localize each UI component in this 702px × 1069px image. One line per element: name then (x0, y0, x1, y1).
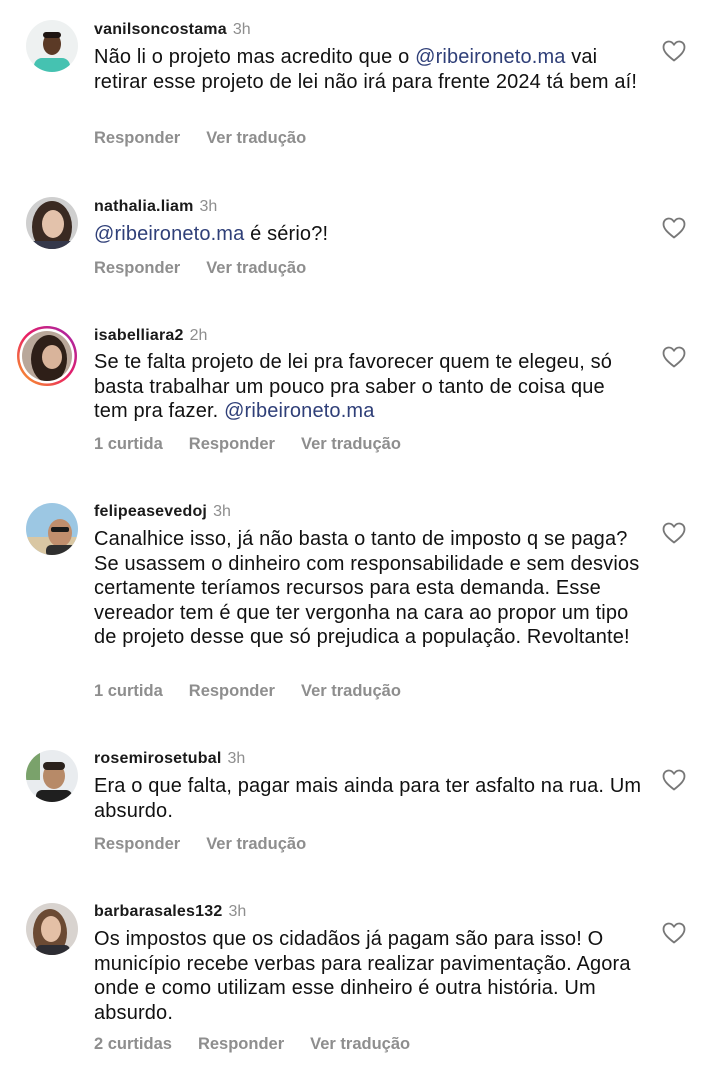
username[interactable]: rosemirosetubal (94, 750, 221, 767)
comment-header: vanilsoncostama 3h (94, 20, 251, 40)
reply-button[interactable]: Responder (189, 435, 275, 453)
likes-count[interactable]: 1 curtida (94, 682, 163, 700)
comment-body: Era o que falta, pagar mais ainda para t… (94, 775, 642, 822)
username[interactable]: felipeasevedoj (94, 503, 207, 520)
see-translation-button[interactable]: Ver tradução (301, 682, 401, 700)
timestamp: 3h (228, 903, 247, 920)
comment-actions: 2 curtidas Responder Ver tradução (94, 1034, 436, 1054)
reply-button[interactable]: Responder (198, 1035, 284, 1053)
timestamp: 3h (227, 750, 246, 767)
comment-text: Não li o projeto mas acredito que o @rib… (94, 45, 642, 94)
comment-text: Canalhice isso, já não basta o tanto de … (94, 527, 642, 650)
avatar[interactable] (16, 325, 78, 387)
timestamp: 3h (199, 198, 218, 215)
timestamp: 2h (189, 327, 208, 344)
mention-link[interactable]: @ribeironeto.ma (224, 400, 374, 422)
likes-count[interactable]: 1 curtida (94, 435, 163, 453)
reply-button[interactable]: Responder (94, 835, 180, 853)
reply-button[interactable]: Responder (189, 682, 275, 700)
heart-outline-icon[interactable] (662, 522, 686, 544)
username[interactable]: barbarasales132 (94, 903, 222, 920)
comment-actions: Responder Ver tradução (94, 258, 332, 278)
comment-text: @ribeironeto.ma é sério?! (94, 222, 642, 247)
comment-body: Não li o projeto mas acredito que o (94, 46, 416, 68)
comment-header: isabelliara2 2h (94, 326, 207, 346)
comment-header: barbarasales132 3h (94, 902, 246, 922)
comment-header: rosemirosetubal 3h (94, 749, 245, 769)
heart-outline-icon[interactable] (662, 769, 686, 791)
likes-count[interactable]: 2 curtidas (94, 1035, 172, 1053)
username[interactable]: nathalia.liam (94, 198, 194, 215)
timestamp: 3h (232, 21, 251, 38)
avatar[interactable] (26, 750, 78, 802)
avatar[interactable] (26, 503, 78, 555)
comment-body: Canalhice isso, já não basta o tanto de … (94, 528, 640, 648)
comment-header: nathalia.liam 3h (94, 197, 217, 217)
see-translation-button[interactable]: Ver tradução (206, 835, 306, 853)
comment-actions: Responder Ver tradução (94, 834, 332, 854)
heart-outline-icon[interactable] (662, 40, 686, 62)
avatar[interactable] (26, 20, 78, 72)
comment-actions: 1 curtida Responder Ver tradução (94, 681, 427, 701)
username[interactable]: isabelliara2 (94, 327, 184, 344)
comment-body: é sério?! (244, 223, 329, 245)
avatar[interactable] (26, 197, 78, 249)
heart-outline-icon[interactable] (662, 346, 686, 368)
comment-text: Os impostos que os cidadãos já pagam são… (94, 927, 642, 1025)
reply-button[interactable]: Responder (94, 129, 180, 147)
comment-header: felipeasevedoj 3h (94, 502, 231, 522)
reply-button[interactable]: Responder (94, 259, 180, 277)
heart-outline-icon[interactable] (662, 922, 686, 944)
heart-outline-icon[interactable] (662, 217, 686, 239)
avatar[interactable] (26, 903, 78, 955)
mention-link[interactable]: @ribeironeto.ma (94, 223, 244, 245)
username[interactable]: vanilsoncostama (94, 21, 227, 38)
comment-actions: Responder Ver tradução (94, 128, 332, 148)
see-translation-button[interactable]: Ver tradução (301, 435, 401, 453)
comment-body: Os impostos que os cidadãos já pagam são… (94, 928, 631, 1024)
mention-link[interactable]: @ribeironeto.ma (415, 46, 565, 68)
comment-text: Era o que falta, pagar mais ainda para t… (94, 774, 642, 823)
comment-actions: 1 curtida Responder Ver tradução (94, 434, 427, 454)
see-translation-button[interactable]: Ver tradução (206, 129, 306, 147)
see-translation-button[interactable]: Ver tradução (206, 259, 306, 277)
timestamp: 3h (213, 503, 231, 520)
comment-text: Se te falta projeto de lei pra favorecer… (94, 350, 642, 424)
see-translation-button[interactable]: Ver tradução (310, 1035, 410, 1053)
